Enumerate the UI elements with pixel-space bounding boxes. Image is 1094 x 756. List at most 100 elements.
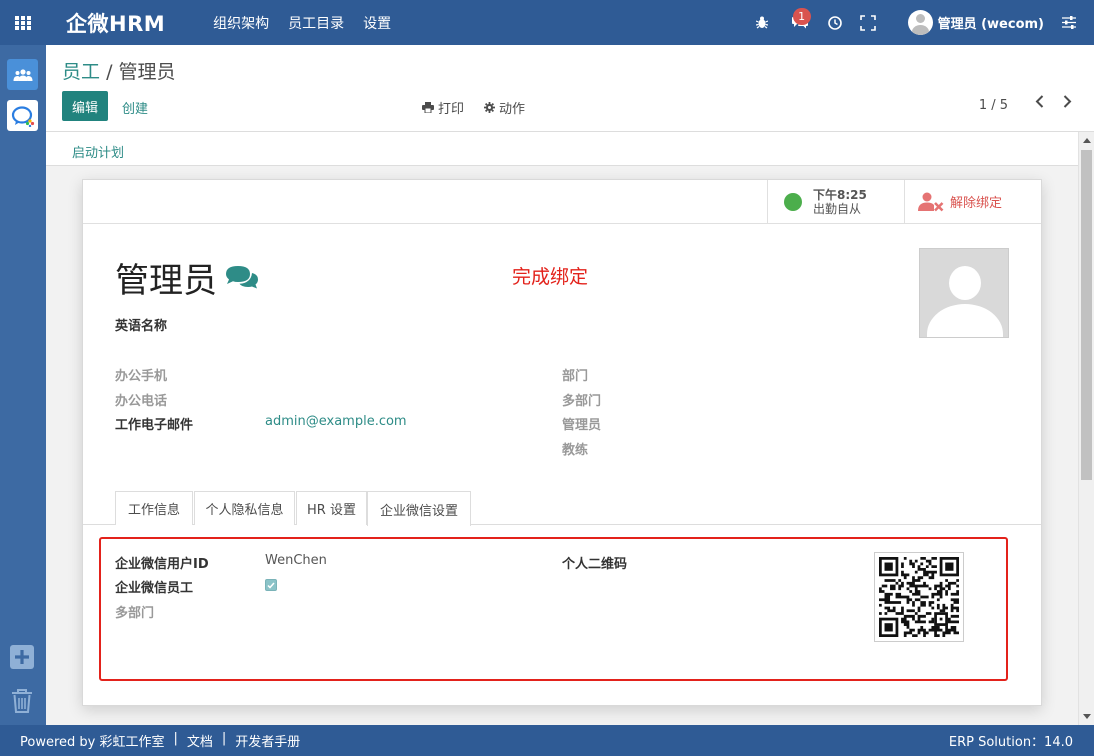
dev-manual-link[interactable]: 开发者手册 — [235, 731, 300, 750]
activity-button[interactable] — [820, 0, 850, 45]
create-button[interactable]: 创建 — [122, 98, 148, 117]
fullscreen-button[interactable] — [850, 0, 886, 45]
form-statusbar: 启动计划 — [46, 132, 1078, 166]
clock-icon — [827, 15, 842, 30]
form-tabs: 工作信息 个人隐私信息 HR 设置 企业微信设置 — [83, 491, 1041, 526]
coach-label: 教练 — [562, 443, 589, 458]
powered-by-text[interactable]: Powered by 彩虹工作室 — [20, 731, 164, 750]
avatar — [907, 10, 933, 35]
personal-qr-code[interactable] — [874, 552, 964, 642]
user-remove-icon — [918, 192, 944, 211]
action-label: 动作 — [499, 102, 526, 117]
sidebar-trash-button[interactable] — [11, 688, 33, 718]
photo-placeholder-body — [927, 304, 1003, 337]
top-navbar: 企微HRM 组织架构 员工目录 设置 1 管理员 (wecom) — [0, 0, 1094, 45]
email-label: 工作电子邮件 — [115, 418, 194, 433]
employee-name-title: 管理员 — [115, 253, 260, 302]
menu-item-directory[interactable]: 员工目录 — [288, 13, 344, 33]
bug-icon — [755, 16, 768, 29]
department-label: 部门 — [562, 369, 589, 384]
chevron-right-icon — [1063, 95, 1072, 108]
scrollbar-thumb[interactable] — [1081, 150, 1092, 480]
app-sidebar — [0, 45, 46, 725]
wecom-multi-department-label: 多部门 — [115, 606, 155, 621]
phone-label: 办公电话 — [115, 394, 168, 409]
breadcrumb-separator: / — [106, 61, 113, 83]
sliders-icon — [1062, 16, 1076, 29]
manager-label: 管理员 — [562, 418, 602, 433]
footer: Powered by 彩虹工作室 | 文档 | 开发者手册 ERP Soluti… — [0, 725, 1094, 756]
tab-hr-settings[interactable]: HR 设置 — [296, 491, 367, 525]
menu-item-settings[interactable]: 设置 — [363, 13, 391, 33]
expand-icon — [859, 14, 876, 31]
edit-button[interactable]: 编辑 — [62, 91, 108, 121]
user-menu[interactable]: 管理员 (wecom) — [907, 10, 1044, 35]
breadcrumb-current: 管理员 — [118, 61, 176, 83]
unbind-label: 解除绑定 — [950, 196, 1003, 211]
wecom-settings-panel — [99, 537, 1008, 681]
smart-button-box: 下午8:25 出勤自从 解除绑定 — [83, 180, 1041, 224]
tab-private-info[interactable]: 个人隐私信息 — [194, 491, 295, 525]
debug-bug-button[interactable] — [744, 0, 780, 45]
presence-label: 出勤自从 — [813, 201, 862, 216]
is-wecom-label: 企业微信员工 — [115, 581, 194, 596]
plus-square-icon — [10, 645, 34, 669]
english-name-label: 英语名称 — [115, 319, 168, 334]
brand-title[interactable]: 企微HRM — [66, 8, 165, 38]
footer-separator: | — [173, 731, 178, 746]
wecom-userid-value: WenChen — [265, 553, 327, 568]
tab-wecom-settings[interactable]: 企业微信设置 — [367, 491, 471, 526]
action-button[interactable]: 动作 — [484, 98, 525, 117]
sidebar-add-button[interactable] — [9, 644, 35, 674]
pager-value[interactable]: 1 / 5 — [979, 98, 1008, 113]
app-menu-button[interactable] — [0, 0, 46, 45]
gear-icon — [484, 102, 496, 113]
docs-link[interactable]: 文档 — [187, 731, 213, 750]
qrcode-label: 个人二维码 — [562, 557, 628, 572]
pager-previous-button[interactable] — [1035, 95, 1044, 112]
scroll-down-arrow[interactable] — [1083, 714, 1091, 719]
breadcrumb: 员工 / 管理员 — [62, 57, 176, 84]
employee-photo[interactable] — [919, 248, 1009, 338]
tab-work-info[interactable]: 工作信息 — [115, 491, 193, 525]
multi-department-label: 多部门 — [562, 394, 602, 409]
pager-next-button[interactable] — [1063, 95, 1072, 112]
messages-button[interactable]: 1 — [780, 0, 820, 45]
check-icon — [267, 582, 275, 589]
trash-icon — [12, 689, 32, 713]
presence-time: 下午8:25 — [813, 187, 867, 202]
message-count-badge: 1 — [792, 8, 811, 25]
unbind-button[interactable]: 解除绑定 — [904, 180, 1041, 223]
bind-status-text: 完成绑定 — [512, 266, 589, 288]
email-value[interactable]: admin@example.com — [265, 414, 407, 429]
breadcrumb-employees[interactable]: 员工 — [62, 61, 100, 83]
employee-form-sheet: 下午8:25 出勤自从 解除绑定 管理员 完成绑定 英语名称 办公手机 办公电话… — [82, 179, 1042, 706]
wecom-logo-icon — [11, 105, 34, 127]
is-wecom-checkbox[interactable] — [265, 579, 277, 591]
users-icon — [13, 68, 32, 81]
photo-placeholder-head — [949, 266, 981, 300]
print-button[interactable]: 打印 — [422, 98, 464, 117]
mobile-label: 办公手机 — [115, 369, 168, 384]
menu-item-organization[interactable]: 组织架构 — [213, 13, 269, 33]
printer-icon — [422, 102, 434, 113]
presence-status-dot — [784, 192, 802, 211]
version-text: ERP Solution：14.0 — [948, 735, 1073, 750]
footer-separator: | — [221, 731, 227, 746]
vertical-scrollbar[interactable] — [1078, 132, 1094, 725]
launch-plan-button[interactable]: 启动计划 — [72, 142, 124, 161]
qr-code-icon — [879, 557, 959, 637]
sidebar-app-employees[interactable] — [7, 59, 38, 90]
presence-stat-button[interactable]: 下午8:25 出勤自从 — [767, 180, 904, 223]
control-panel: 员工 / 管理员 编辑 创建 打印 动作 1 / 5 — [46, 45, 1094, 132]
wecom-userid-label: 企业微信用户ID — [115, 557, 209, 572]
main-menu: 组织架构 员工目录 设置 — [213, 13, 410, 33]
scroll-up-arrow[interactable] — [1083, 138, 1091, 143]
preferences-button[interactable] — [1044, 0, 1094, 45]
user-name: 管理员 (wecom) — [937, 17, 1044, 32]
sidebar-app-wecom[interactable] — [7, 100, 38, 131]
grid-icon — [15, 15, 31, 30]
employee-name: 管理员 — [115, 261, 217, 301]
print-label: 打印 — [438, 102, 465, 117]
chat-bubbles-icon[interactable] — [224, 264, 260, 292]
